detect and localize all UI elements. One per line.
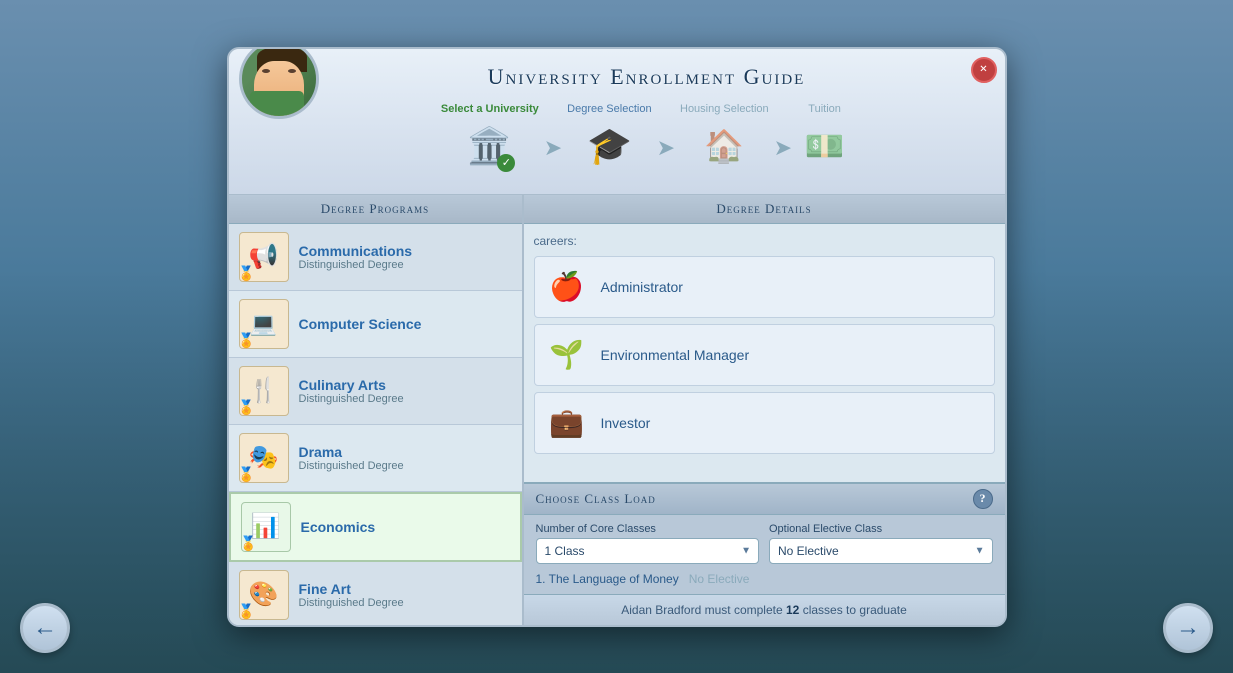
class-load-title: Choose Class Load xyxy=(536,491,656,507)
next-button[interactable]: → xyxy=(1163,603,1213,653)
step-select-university-label: Select a University xyxy=(441,103,539,115)
fine-art-type: Distinguished Degree xyxy=(299,597,512,609)
graduation-cap-icon: 🎓 xyxy=(587,125,632,167)
step-housing-selection[interactable]: Housing Selection 🏠 xyxy=(680,103,769,174)
communications-icon: 📢 xyxy=(239,232,289,282)
steps-bar: Select a University 🏛️ ✓ ➤ Degree Select… xyxy=(329,98,965,184)
help-button[interactable]: ? xyxy=(973,489,993,509)
footer-required-classes: 12 xyxy=(786,603,799,617)
fine-art-icon: 🎨 xyxy=(239,570,289,620)
class-load-body: Number of Core Classes 1 Class 2 Classes… xyxy=(524,515,1005,594)
footer-text-suffix: classes to graduate xyxy=(803,603,907,617)
elective-group: Optional Elective Class No Elective Elec… xyxy=(769,523,993,564)
arrow-3: ➤ xyxy=(774,115,792,161)
degree-programs-panel: Degree Programs 📢 Communications Disting… xyxy=(229,195,524,625)
career-item-environmental-manager: 🌱 Environmental Manager xyxy=(534,324,995,386)
degree-details-content: careers: 🍎 Administrator 🌱 Environmental… xyxy=(524,224,1005,482)
environmental-manager-name: Environmental Manager xyxy=(601,347,750,363)
step-complete-checkmark: ✓ xyxy=(497,154,515,172)
back-button[interactable]: ← xyxy=(20,603,70,653)
core-classes-label: Number of Core Classes xyxy=(536,523,760,535)
drama-icon: 🎭 xyxy=(239,433,289,483)
careers-label: careers: xyxy=(534,234,995,248)
step-degree-selection[interactable]: Degree Selection 🎓 xyxy=(567,103,651,174)
step-degree-selection-icon-wrap: 🎓 xyxy=(582,119,637,174)
class-list-item-1: 1. The Language of Money xyxy=(536,572,679,586)
step-tuition-icon-wrap: 💵 xyxy=(797,119,852,174)
culinary-arts-info: Culinary Arts Distinguished Degree xyxy=(299,377,512,405)
class-selectors: Number of Core Classes 1 Class 2 Classes… xyxy=(536,523,993,564)
degree-item-communications[interactable]: 📢 Communications Distinguished Degree xyxy=(229,224,522,291)
elective-select[interactable]: No Elective Elective 1 Elective 2 xyxy=(769,538,993,564)
economics-info: Economics xyxy=(301,519,510,535)
class-list: 1. The Language of Money No Elective xyxy=(536,572,993,586)
modal-footer: Aidan Bradford must complete 12 classes … xyxy=(524,594,1005,625)
step-housing-selection-label: Housing Selection xyxy=(680,103,769,115)
computer-science-icon: 💻 xyxy=(239,299,289,349)
drama-name: Drama xyxy=(299,444,512,460)
fine-art-info: Fine Art Distinguished Degree xyxy=(299,581,512,609)
degree-programs-header: Degree Programs xyxy=(229,195,522,224)
career-item-administrator: 🍎 Administrator xyxy=(534,256,995,318)
degree-details-panel: Degree Details careers: 🍎 Administrator … xyxy=(524,195,1005,625)
degree-item-fine-art[interactable]: 🎨 Fine Art Distinguished Degree xyxy=(229,562,522,625)
money-icon: 💵 xyxy=(805,127,845,165)
fine-art-name: Fine Art xyxy=(299,581,512,597)
step-tuition-label: Tuition xyxy=(808,103,841,115)
environmental-manager-icon: 🌱 xyxy=(545,333,589,377)
degree-list: 📢 Communications Distinguished Degree 💻 … xyxy=(229,224,522,625)
economics-name: Economics xyxy=(301,519,510,535)
degree-item-culinary-arts[interactable]: 🍴 Culinary Arts Distinguished Degree xyxy=(229,358,522,425)
communications-type: Distinguished Degree xyxy=(299,259,512,271)
avatar-shirt xyxy=(250,91,304,116)
core-classes-select[interactable]: 1 Class 2 Classes 3 Classes 4 Classes xyxy=(536,538,760,564)
step-select-university[interactable]: Select a University 🏛️ ✓ xyxy=(441,103,539,174)
computer-science-info: Computer Science xyxy=(299,316,512,332)
house-icon: 🏠 xyxy=(704,127,744,165)
drama-info: Drama Distinguished Degree xyxy=(299,444,512,472)
administrator-name: Administrator xyxy=(601,279,683,295)
arrow-1: ➤ xyxy=(544,115,562,161)
investor-name: Investor xyxy=(601,415,651,431)
modal-title: University Enrollment Guide xyxy=(329,64,965,90)
communications-info: Communications Distinguished Degree xyxy=(299,243,512,271)
class-load-header: Choose Class Load ? xyxy=(524,484,1005,515)
computer-science-name: Computer Science xyxy=(299,316,512,332)
culinary-arts-icon: 🍴 xyxy=(239,366,289,416)
step-select-university-icon-wrap: 🏛️ ✓ xyxy=(462,119,517,174)
footer-text-prefix: must complete xyxy=(705,603,786,617)
degree-item-computer-science[interactable]: 💻 Computer Science xyxy=(229,291,522,358)
step-housing-selection-icon-wrap: 🏠 xyxy=(697,119,752,174)
modal-body: Degree Programs 📢 Communications Disting… xyxy=(229,195,1005,625)
core-classes-group: Number of Core Classes 1 Class 2 Classes… xyxy=(536,523,760,564)
economics-icon: 📊 xyxy=(241,502,291,552)
enrollment-modal: × University Enrollment Guide Select a U… xyxy=(227,47,1007,627)
modal-header: University Enrollment Guide Select a Uni… xyxy=(229,49,1005,195)
class-load-section: Choose Class Load ? Number of Core Class… xyxy=(524,482,1005,594)
drama-type: Distinguished Degree xyxy=(299,460,512,472)
culinary-arts-name: Culinary Arts xyxy=(299,377,512,393)
investor-icon: 💼 xyxy=(545,401,589,445)
step-degree-selection-label: Degree Selection xyxy=(567,103,651,115)
degree-item-economics[interactable]: 📊 Economics xyxy=(229,492,522,562)
communications-name: Communications xyxy=(299,243,512,259)
degree-item-drama[interactable]: 🎭 Drama Distinguished Degree xyxy=(229,425,522,492)
elective-dropdown-wrap[interactable]: No Elective Elective 1 Elective 2 xyxy=(769,538,993,564)
career-item-investor: 💼 Investor xyxy=(534,392,995,454)
footer-student: Aidan Bradford xyxy=(621,603,701,617)
arrow-2: ➤ xyxy=(657,115,675,161)
culinary-arts-type: Distinguished Degree xyxy=(299,393,512,405)
step-tuition[interactable]: Tuition 💵 xyxy=(797,103,852,174)
degree-details-header: Degree Details xyxy=(524,195,1005,224)
core-classes-dropdown-wrap[interactable]: 1 Class 2 Classes 3 Classes 4 Classes xyxy=(536,538,760,564)
administrator-icon: 🍎 xyxy=(545,265,589,309)
elective-label: Optional Elective Class xyxy=(769,523,993,535)
class-list-elective: No Elective xyxy=(689,572,750,586)
close-button[interactable]: × xyxy=(971,57,997,83)
